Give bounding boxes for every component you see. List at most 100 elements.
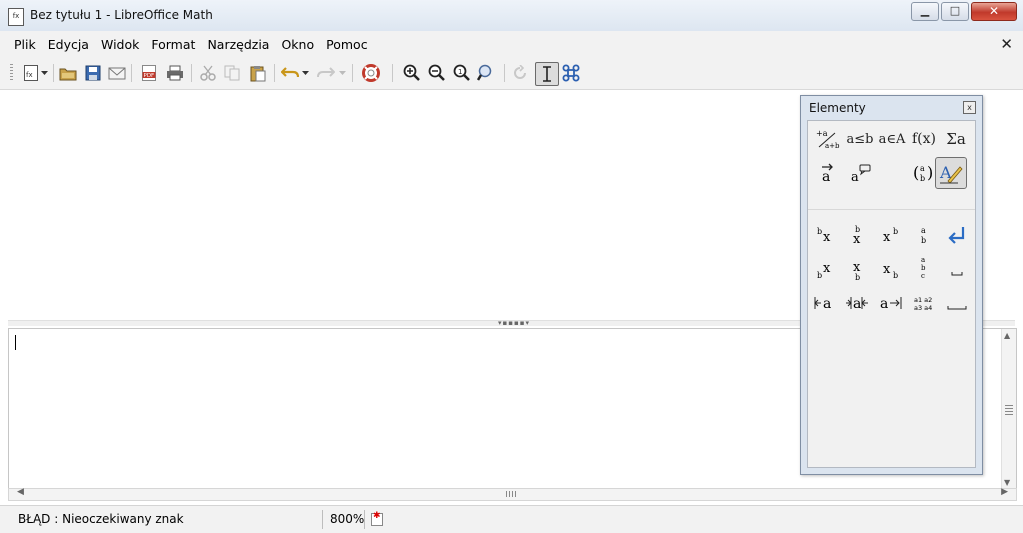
status-message: BŁĄD : Nieoczekiwany znak — [18, 512, 184, 526]
title-bar: fx Bez tytułu 1 - LibreOffice Math ▁ □ ✕ — [0, 0, 1023, 32]
new-formula-icon[interactable]: fx — [21, 63, 41, 83]
category-others-icon[interactable]: a — [846, 159, 874, 187]
category-unary-binary-operators-icon[interactable]: +a a+b — [814, 125, 842, 153]
svg-text:x: x — [823, 230, 831, 245]
new-dropdown-icon[interactable] — [40, 63, 50, 83]
left-subscript-icon[interactable]: bx — [812, 256, 840, 284]
matrix-icon[interactable]: a1 a2 a3 a4 — [911, 289, 939, 317]
symbols-icon[interactable] — [561, 63, 581, 83]
help-lifebuoy-icon[interactable] — [361, 63, 381, 83]
menu-help[interactable]: Pomoc — [320, 37, 373, 52]
zoom-level[interactable]: 800% — [330, 512, 364, 526]
update-icon[interactable] — [510, 63, 530, 83]
svg-text:b: b — [855, 273, 860, 281]
redo-icon[interactable] — [316, 63, 336, 83]
elements-close-button[interactable]: x — [963, 101, 976, 114]
document-modified-icon — [371, 511, 383, 526]
svg-text:b: b — [920, 174, 925, 183]
svg-text:(: ( — [913, 163, 919, 182]
menu-view[interactable]: Widok — [95, 37, 145, 52]
toolbar-grip[interactable] — [10, 64, 13, 82]
align-right-icon[interactable]: a — [878, 289, 906, 317]
menu-window[interactable]: Okno — [275, 37, 320, 52]
menu-tools[interactable]: Narzędzia — [201, 37, 275, 52]
bottom-centered-icon[interactable]: xb — [844, 256, 872, 284]
open-folder-icon[interactable] — [58, 63, 78, 83]
formula-cursor-icon[interactable] — [535, 62, 559, 86]
svg-text:a: a — [880, 296, 888, 312]
svg-text:b: b — [921, 264, 926, 272]
export-pdf-icon[interactable]: PDF — [139, 63, 159, 83]
email-icon[interactable] — [107, 63, 127, 83]
category-operators-icon[interactable]: Σa — [942, 125, 970, 153]
align-center-icon[interactable]: a — [844, 289, 872, 317]
math-app-icon: fx — [8, 8, 24, 26]
scroll-up-icon[interactable]: ▲ — [1004, 331, 1010, 340]
elements-panel-title: Elementy — [809, 101, 866, 115]
category-functions-icon[interactable]: f(x) — [910, 125, 938, 153]
category-formats-icon[interactable]: A — [935, 157, 967, 189]
scroll-right-icon[interactable]: ▶ — [1001, 487, 1008, 497]
small-gap-icon[interactable] — [943, 256, 971, 284]
scroll-down-icon[interactable]: ▼ — [1004, 478, 1010, 487]
svg-text:b: b — [893, 227, 898, 236]
svg-text:a: a — [851, 170, 859, 184]
category-attributes-icon[interactable]: a — [814, 159, 842, 187]
vertical-scroll-thumb[interactable] — [1005, 405, 1013, 415]
svg-text:x: x — [883, 262, 891, 277]
menu-edit[interactable]: Edycja — [42, 37, 95, 52]
svg-text:a+b: a+b — [825, 142, 840, 150]
align-left-icon[interactable]: a — [812, 289, 840, 317]
standard-toolbar: fx PDF 1 — [0, 58, 1023, 90]
menu-file[interactable]: Plik — [8, 37, 42, 52]
svg-text:a: a — [921, 256, 925, 264]
elements-content: +a a+b a≤b a∈A f(x) Σa a a (a b) A bx bx x… — [807, 120, 976, 468]
category-brackets-icon[interactable]: (a b) — [910, 159, 938, 187]
minimize-icon: ▁ — [920, 4, 930, 17]
svg-text:): ) — [927, 163, 933, 182]
status-bar: BŁĄD : Nieoczekiwany znak 800% — [0, 505, 1023, 533]
svg-text:x: x — [883, 230, 891, 245]
svg-text:a3 a4: a3 a4 — [914, 304, 932, 312]
undo-dropdown-icon[interactable] — [301, 63, 311, 83]
close-document-button[interactable]: ✕ — [1000, 35, 1013, 53]
maximize-button[interactable]: □ — [941, 2, 969, 21]
editor-horizontal-scrollbar[interactable]: ◀ ▶ — [8, 487, 1017, 501]
svg-text:b: b — [817, 271, 822, 280]
text-cursor — [15, 335, 16, 350]
zoom-100-icon[interactable]: 1 — [452, 63, 472, 83]
paste-icon[interactable] — [248, 63, 268, 83]
close-window-button[interactable]: ✕ — [971, 2, 1017, 21]
editor-vertical-scrollbar[interactable]: ▲ ▼ — [1001, 329, 1016, 489]
right-superscript-icon[interactable]: xb — [878, 221, 906, 249]
zoom-out-icon[interactable] — [427, 63, 447, 83]
save-icon[interactable] — [83, 63, 103, 83]
top-centered-icon[interactable]: bx — [844, 221, 872, 249]
redo-dropdown-icon[interactable] — [338, 63, 348, 83]
svg-text:a: a — [920, 164, 925, 173]
left-superscript-icon[interactable]: bx — [812, 221, 840, 249]
right-subscript-icon[interactable]: xb — [878, 256, 906, 284]
cut-icon[interactable] — [198, 63, 218, 83]
copy-icon[interactable] — [222, 63, 242, 83]
close-icon: ✕ — [988, 4, 1000, 18]
svg-text:fx: fx — [26, 71, 33, 79]
svg-text:b: b — [817, 227, 822, 236]
show-all-icon[interactable] — [476, 63, 496, 83]
category-set-operations-icon[interactable]: a∈A — [878, 125, 906, 153]
vertical-stack-3-icon[interactable]: abc — [911, 253, 939, 281]
undo-icon[interactable] — [280, 63, 300, 83]
new-line-icon[interactable] — [943, 221, 971, 249]
print-icon[interactable] — [165, 63, 185, 83]
zoom-in-icon[interactable] — [402, 63, 422, 83]
category-relations-icon[interactable]: a≤b — [846, 125, 874, 153]
horizontal-scroll-thumb[interactable] — [506, 491, 516, 497]
menu-format[interactable]: Format — [145, 37, 201, 52]
minimize-button[interactable]: ▁ — [911, 2, 939, 21]
gap-icon[interactable] — [943, 289, 971, 317]
vertical-stack-2-icon[interactable]: ab — [911, 221, 939, 249]
svg-text:+a: +a — [816, 129, 828, 138]
splitter-grip-icon[interactable]: ▾▪▪▪▪▾ — [498, 319, 530, 327]
scroll-left-icon[interactable]: ◀ — [17, 487, 24, 497]
svg-text:a: a — [822, 169, 830, 184]
